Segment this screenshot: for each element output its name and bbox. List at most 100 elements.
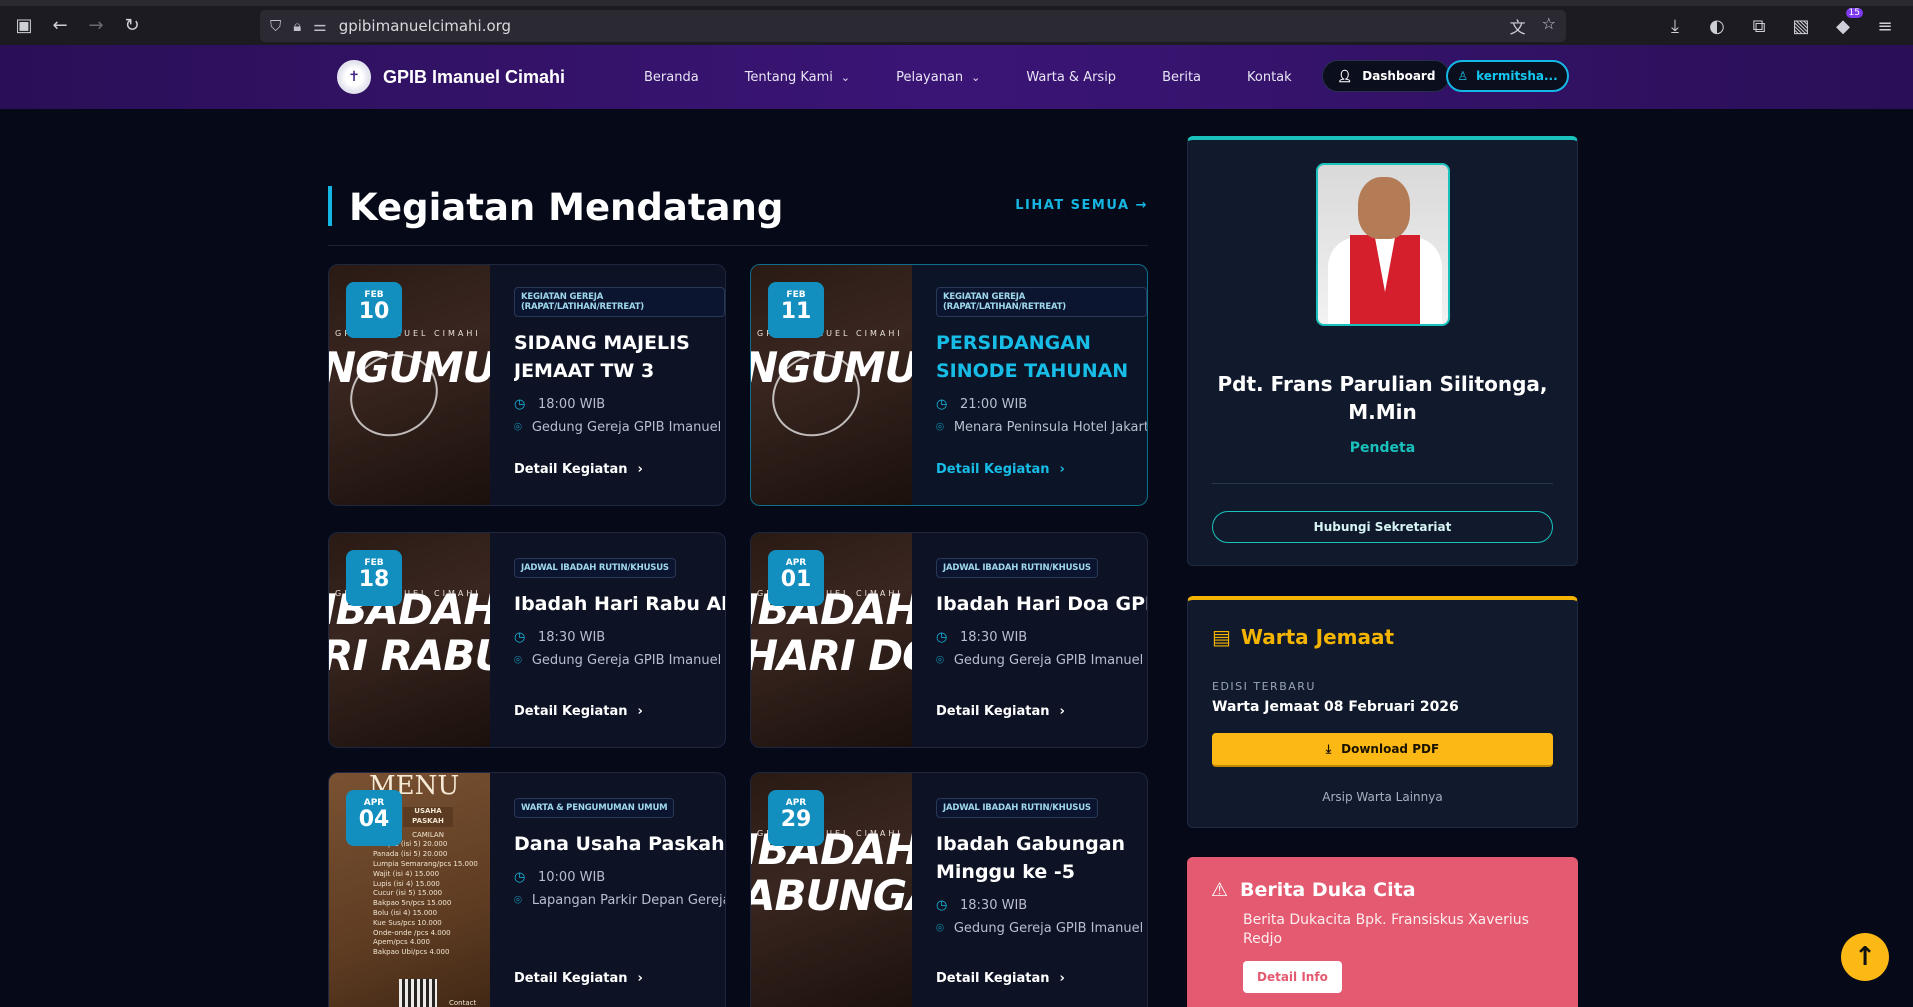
location-pin-icon: ⌾ [514,420,522,435]
nav-item-label: Beranda [644,69,699,85]
translate-icon[interactable]: 文 [1510,14,1526,38]
nav-item-label: Warta & Arsip [1026,69,1117,85]
chevron-right-icon: › [1059,462,1065,477]
location-pin-icon: ⌾ [936,420,944,435]
detail-link[interactable]: Detail Kegiatan › [936,971,1065,986]
nav-item-4[interactable]: Berita [1162,70,1201,85]
detail-info-button[interactable]: Detail Info [1243,961,1342,993]
edition-label: EDISI TERBARU [1212,680,1316,693]
dashboard-label: Dashboard [1362,69,1436,83]
date-badge: FEB 11 [768,282,824,338]
thumbnail-text: RI RABU A [329,631,490,680]
user-icon: 👤︎ [1337,69,1353,83]
lock-icon[interactable]: 🔒︎ [293,17,301,35]
clock-icon: ◷ [514,630,526,645]
detail-label: Detail Kegiatan [936,971,1050,986]
event-body: JADWAL IBADAH RUTIN/KHUSUS Ibadah Gabung… [936,795,1147,939]
nav-item-0[interactable]: Beranda [644,70,699,85]
menu-icon[interactable]: ≡ [1871,12,1899,40]
nav-item-1[interactable]: Tentang Kami ⌄ [745,70,850,85]
permissions-icon[interactable]: ⚌ [313,17,326,35]
date-day: 10 [358,299,390,324]
chevron-down-icon: ⌄ [840,70,851,84]
event-location: ⌾ Gedung Gereja GPIB Imanuel Cimahi [936,651,1147,671]
detail-link[interactable]: Detail Kegiatan › [514,971,643,986]
clock-icon: ◷ [936,397,948,412]
event-location: ⌾ Gedung Gereja GPIB Imanuel Cimahi [514,651,725,671]
date-badge: FEB 10 [346,282,402,338]
nav-item-5[interactable]: Kontak [1247,70,1292,85]
event-card[interactable]: GPIB IMANUEL CIMAHI NGUMUM FEB 11 KEGIAT… [750,264,1148,506]
event-time-text: 18:30 WIB [960,898,1028,913]
see-all-link[interactable]: LIHAT SEMUA → [1015,198,1148,213]
event-location: ⌾ Gedung Gereja GPIB Imanuel Cimahi [936,919,1147,939]
nav-item-label: Tentang Kami [744,69,833,85]
event-location-text: Gedung Gereja GPIB Imanuel Cimahi [953,653,1147,668]
brand[interactable]: ✝ GPIB Imanuel Cimahi [337,60,565,94]
location-pin-icon: ⌾ [514,893,522,908]
extensions-icon[interactable]: ⧉ [1745,12,1773,40]
date-badge: APR 01 [768,550,824,606]
sidebar-toggle-icon[interactable]: ▣ [10,12,38,40]
detail-link[interactable]: Detail Kegiatan › [514,462,643,477]
event-title[interactable]: Ibadah Hari Doa GPIB [936,590,1147,618]
forward-icon[interactable]: → [82,12,110,40]
dashboard-button[interactable]: 👤︎ Dashboard [1322,60,1451,92]
site-navbar: ✝ GPIB Imanuel Cimahi Beranda Tentang Kam… [0,45,1913,109]
detail-link[interactable]: Detail Kegiatan › [936,462,1065,477]
warta-card: ▤ Warta Jemaat EDISI TERBARU Warta Jemaa… [1187,596,1578,828]
account-button[interactable]: ♙ kermitsha... [1446,60,1569,92]
date-badge: APR 29 [768,790,824,846]
event-card[interactable]: GPIB IMANUEL CIMAHI IBADAHHARI DOA APR 0… [750,532,1148,748]
location-pin-icon: ⌾ [936,921,944,936]
event-card[interactable]: GPIB IMANUEL CIMAHI IBADAHRI RABU A FEB … [328,532,726,748]
nav-item-3[interactable]: Warta & Arsip [1026,70,1116,85]
event-card[interactable]: MENU USAHA PASKAH CAMILAN Lumpia (isi 5)… [328,772,726,1007]
archive-link[interactable]: Arsip Warta Lainnya [1188,790,1577,804]
detail-link[interactable]: Detail Kegiatan › [514,704,643,719]
event-title-line: Minggu ke -5 [936,861,1076,883]
scroll-to-top-button[interactable]: ↑ [1841,933,1889,981]
event-title[interactable]: SIDANG MAJELIS JEMAAT TW 3 [514,329,725,385]
shield-icon[interactable]: ⛉ [270,17,281,35]
detail-label: Detail Kegiatan [514,971,628,986]
clock-icon: ◷ [936,898,948,913]
warta-title: ▤ Warta Jemaat [1212,625,1394,649]
reload-icon[interactable]: ↻ [118,12,146,40]
event-time: ◷ 10:00 WIB [514,868,725,888]
event-title-line: SIDANG MAJELIS [514,332,690,354]
contact-secretariat-button[interactable]: Hubungi Sekretariat [1212,511,1553,543]
event-card[interactable]: GPIB IMANUEL CIMAHI NGUMUM FEB 10 KEGIAT… [328,264,726,506]
back-icon[interactable]: ← [46,12,74,40]
bookmark-star-icon[interactable]: ☆ [1542,14,1556,38]
event-body: JADWAL IBADAH RUTIN/KHUSUS Ibadah Hari R… [514,555,725,671]
event-location: ⌾ Lapangan Parkir Depan Gereja [514,891,725,911]
clock-icon: ◷ [514,397,526,412]
page-main: Kegiatan Mendatang LIHAT SEMUA → GPIB IM… [0,109,1913,1007]
download-icon[interactable]: ⤓ [1661,12,1689,40]
download-pdf-button[interactable]: ⤓ Download PDF [1212,733,1553,767]
url-text[interactable]: gpibimanuelcimahi.org [339,17,511,35]
address-bar[interactable]: ⛉ 🔒︎ ⚌ gpibimanuelcimahi.org 文 ☆ [260,10,1566,42]
date-day: 04 [358,807,390,832]
event-title[interactable]: Dana Usaha Paskah [514,830,725,858]
nav-item-2[interactable]: Pelayanan ⌄ [896,70,980,85]
extension-globe-icon[interactable]: ◐ [1703,12,1731,40]
detail-link[interactable]: Detail Kegiatan › [936,704,1065,719]
extension-image-icon[interactable]: ▧ [1787,12,1815,40]
category-tag: KEGIATAN GEREJA (RAPAT/LATIHAN/RETREAT) [514,287,725,317]
event-title[interactable]: PERSIDANGAN SINODE TAHUNAN [936,329,1147,385]
location-pin-icon: ⌾ [514,653,522,668]
event-time-text: 18:30 WIB [960,630,1028,645]
obituary-title: ⚠ Berita Duka Cita [1211,879,1416,901]
chevron-right-icon: › [637,971,643,986]
date-day: 18 [358,567,390,592]
event-title-line: JEMAAT TW 3 [514,360,655,382]
event-card[interactable]: GPIB IMANUEL CIMAHI IBADAHABUNGA APR 29 … [750,772,1148,1007]
event-title[interactable]: Ibadah Gabungan Minggu ke -5 [936,830,1147,886]
browser-toolbar: ▣ ← → ↻ ⛉ 🔒︎ ⚌ gpibimanuelcimahi.org 文 ☆… [0,0,1913,45]
event-title[interactable]: Ibadah Hari Rabu Abu [514,590,725,618]
extension-badge-icon[interactable]: ◆ 15 [1829,8,1863,40]
obituary-card: ⚠ Berita Duka Cita Berita Dukacita Bpk. … [1187,857,1578,1007]
thumbnail-text: HARI DOA [751,631,912,680]
